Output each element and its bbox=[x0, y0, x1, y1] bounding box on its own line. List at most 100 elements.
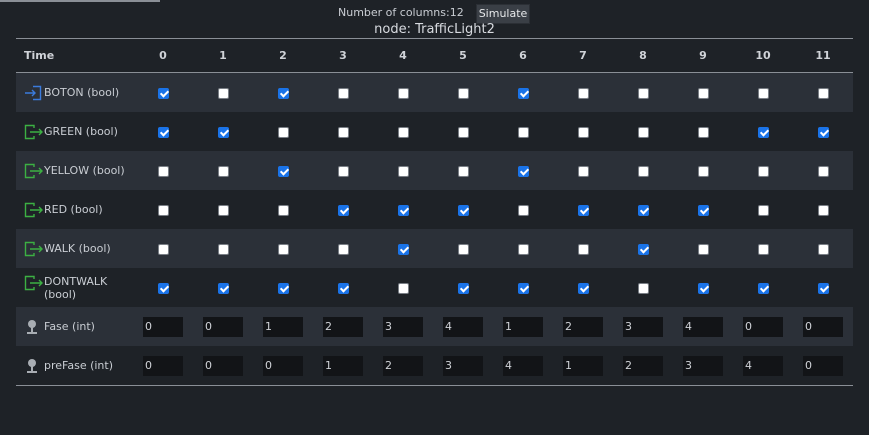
value-input[interactable]: 3 bbox=[443, 355, 483, 376]
value-checkbox[interactable] bbox=[517, 282, 529, 294]
value-checkbox[interactable] bbox=[757, 282, 769, 294]
value-checkbox[interactable] bbox=[337, 87, 349, 99]
value-checkbox[interactable] bbox=[337, 243, 349, 255]
value-checkbox[interactable] bbox=[337, 282, 349, 294]
value-checkbox[interactable] bbox=[397, 204, 409, 216]
value-checkbox[interactable] bbox=[277, 165, 289, 177]
value-input[interactable]: 0 bbox=[143, 355, 183, 376]
value-input[interactable]: 4 bbox=[683, 316, 723, 337]
value-checkbox[interactable] bbox=[577, 282, 589, 294]
value-checkbox[interactable] bbox=[277, 282, 289, 294]
value-input[interactable]: 0 bbox=[803, 355, 843, 376]
value-checkbox[interactable] bbox=[757, 204, 769, 216]
value-checkbox[interactable] bbox=[157, 243, 169, 255]
value-checkbox[interactable] bbox=[577, 204, 589, 216]
value-input[interactable]: 0 bbox=[203, 355, 243, 376]
value-checkbox[interactable] bbox=[457, 204, 469, 216]
value-checkbox[interactable] bbox=[817, 87, 829, 99]
value-checkbox[interactable] bbox=[217, 126, 229, 138]
value-checkbox[interactable] bbox=[817, 243, 829, 255]
value-checkbox[interactable] bbox=[277, 204, 289, 216]
value-cell bbox=[433, 151, 493, 190]
value-input[interactable]: 3 bbox=[383, 316, 423, 337]
value-checkbox[interactable] bbox=[457, 87, 469, 99]
value-checkbox[interactable] bbox=[637, 282, 649, 294]
value-input[interactable]: 4 bbox=[743, 355, 783, 376]
value-checkbox[interactable] bbox=[517, 243, 529, 255]
value-input[interactable]: 2 bbox=[383, 355, 423, 376]
value-checkbox[interactable] bbox=[457, 165, 469, 177]
value-checkbox[interactable] bbox=[757, 126, 769, 138]
value-checkbox[interactable] bbox=[817, 204, 829, 216]
value-checkbox[interactable] bbox=[457, 243, 469, 255]
value-checkbox[interactable] bbox=[337, 204, 349, 216]
value-checkbox[interactable] bbox=[817, 126, 829, 138]
value-checkbox[interactable] bbox=[217, 204, 229, 216]
value-input[interactable]: 3 bbox=[683, 355, 723, 376]
value-checkbox[interactable] bbox=[157, 204, 169, 216]
value-checkbox[interactable] bbox=[157, 282, 169, 294]
value-input[interactable]: 0 bbox=[743, 316, 783, 337]
value-checkbox[interactable] bbox=[337, 126, 349, 138]
value-checkbox[interactable] bbox=[517, 87, 529, 99]
value-checkbox[interactable] bbox=[697, 282, 709, 294]
value-checkbox[interactable] bbox=[217, 87, 229, 99]
value-input[interactable]: 2 bbox=[323, 316, 363, 337]
simulate-button[interactable]: Simulate bbox=[476, 4, 530, 24]
value-checkbox[interactable] bbox=[397, 165, 409, 177]
value-checkbox[interactable] bbox=[757, 87, 769, 99]
value-checkbox[interactable] bbox=[757, 243, 769, 255]
value-checkbox[interactable] bbox=[697, 204, 709, 216]
value-checkbox[interactable] bbox=[517, 126, 529, 138]
value-checkbox[interactable] bbox=[517, 165, 529, 177]
value-input[interactable]: 1 bbox=[503, 316, 543, 337]
value-checkbox[interactable] bbox=[397, 87, 409, 99]
value-input[interactable]: 0 bbox=[263, 355, 303, 376]
value-checkbox[interactable] bbox=[577, 165, 589, 177]
value-checkbox[interactable] bbox=[157, 126, 169, 138]
value-checkbox[interactable] bbox=[277, 126, 289, 138]
value-checkbox[interactable] bbox=[397, 243, 409, 255]
value-checkbox[interactable] bbox=[757, 165, 769, 177]
value-checkbox[interactable] bbox=[697, 165, 709, 177]
value-checkbox[interactable] bbox=[217, 165, 229, 177]
signal-label: WALK (bool) bbox=[44, 242, 111, 255]
value-input[interactable]: 3 bbox=[623, 316, 663, 337]
value-input[interactable]: 4 bbox=[503, 355, 543, 376]
value-checkbox[interactable] bbox=[277, 87, 289, 99]
value-checkbox[interactable] bbox=[277, 243, 289, 255]
value-checkbox[interactable] bbox=[217, 243, 229, 255]
value-checkbox[interactable] bbox=[637, 165, 649, 177]
value-input[interactable]: 1 bbox=[563, 355, 603, 376]
value-checkbox[interactable] bbox=[817, 282, 829, 294]
value-checkbox[interactable] bbox=[637, 204, 649, 216]
value-checkbox[interactable] bbox=[457, 126, 469, 138]
value-checkbox[interactable] bbox=[157, 165, 169, 177]
value-checkbox[interactable] bbox=[697, 243, 709, 255]
value-checkbox[interactable] bbox=[397, 126, 409, 138]
value-checkbox[interactable] bbox=[637, 87, 649, 99]
value-input[interactable]: 0 bbox=[143, 316, 183, 337]
value-input[interactable]: 1 bbox=[263, 316, 303, 337]
value-input[interactable]: 4 bbox=[443, 316, 483, 337]
value-input[interactable]: 2 bbox=[623, 355, 663, 376]
value-checkbox[interactable] bbox=[217, 282, 229, 294]
value-checkbox[interactable] bbox=[637, 126, 649, 138]
value-cell bbox=[613, 151, 673, 190]
value-input[interactable]: 2 bbox=[563, 316, 603, 337]
value-checkbox[interactable] bbox=[517, 204, 529, 216]
value-input[interactable]: 1 bbox=[323, 355, 363, 376]
value-input[interactable]: 0 bbox=[803, 316, 843, 337]
value-checkbox[interactable] bbox=[577, 243, 589, 255]
value-checkbox[interactable] bbox=[817, 165, 829, 177]
value-checkbox[interactable] bbox=[697, 87, 709, 99]
value-checkbox[interactable] bbox=[637, 243, 649, 255]
value-checkbox[interactable] bbox=[397, 282, 409, 294]
value-checkbox[interactable] bbox=[157, 87, 169, 99]
value-input[interactable]: 0 bbox=[203, 316, 243, 337]
value-checkbox[interactable] bbox=[577, 126, 589, 138]
value-checkbox[interactable] bbox=[697, 126, 709, 138]
value-checkbox[interactable] bbox=[337, 165, 349, 177]
value-checkbox[interactable] bbox=[457, 282, 469, 294]
value-checkbox[interactable] bbox=[577, 87, 589, 99]
